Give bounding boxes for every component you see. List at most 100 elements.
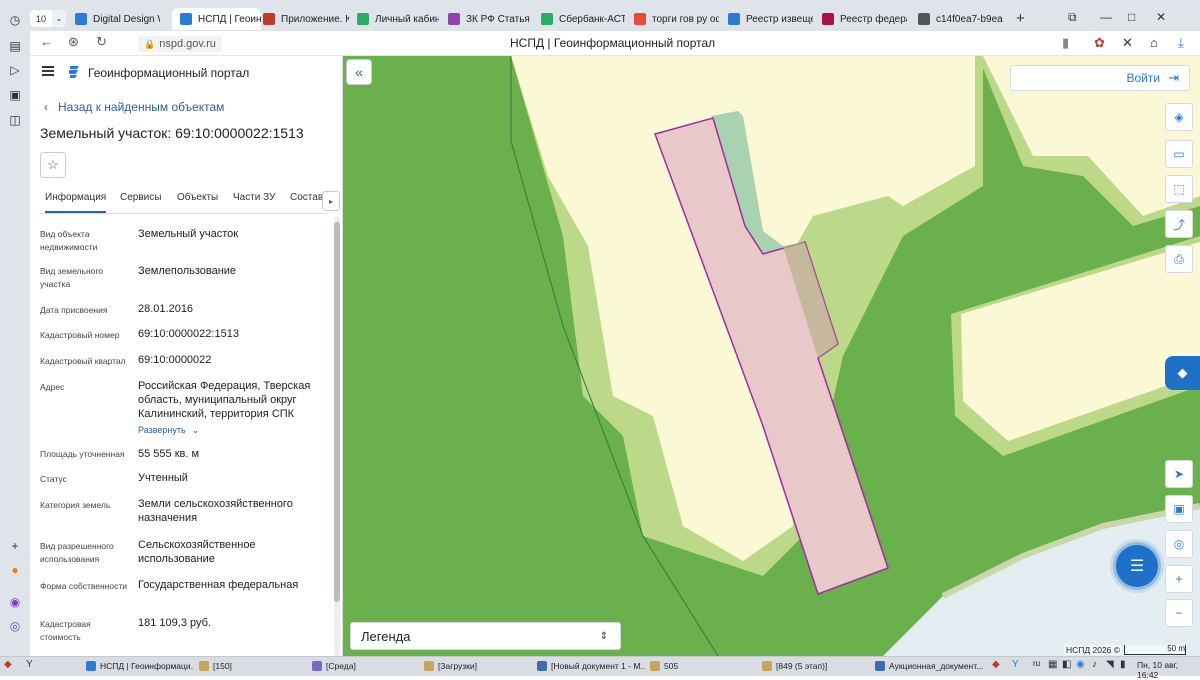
geolocation-button[interactable]: ◎ [1165, 530, 1193, 558]
browser-tab[interactable]: Сбербанк-АСТ [541, 8, 625, 30]
tab-counter[interactable]: 10 ⌄ [30, 10, 66, 27]
tabs-icon[interactable]: ▣ [7, 87, 23, 103]
layers-icon: ◈ [1174, 110, 1184, 124]
locate-button[interactable]: ➤ [1165, 460, 1193, 488]
window-restore-icon[interactable]: ⧉ [1068, 10, 1077, 25]
select-area-button[interactable]: ⬚ [1165, 175, 1193, 203]
back-icon[interactable]: ← [40, 34, 53, 49]
basemap-button[interactable]: ▣ [1165, 495, 1193, 523]
taskbar-item[interactable]: Аукционная_документ... [875, 658, 983, 673]
browser-tab[interactable]: Приложение. Кла [263, 8, 349, 30]
extension-box-icon[interactable]: ⌂ [1150, 35, 1158, 50]
tab-objects[interactable]: Объекты [177, 192, 218, 203]
taskbar-item[interactable]: [Среда] [312, 658, 420, 673]
tray-volume-icon[interactable]: ◧ [1062, 659, 1071, 670]
maximize-icon[interactable]: □ [1128, 10, 1135, 24]
object-info-panel: Геоинформационный портал ‹ Назад к найден… [30, 56, 343, 656]
tab-services[interactable]: Сервисы [120, 192, 161, 203]
login-button[interactable]: Войти ⇥ [1010, 65, 1190, 91]
tab-label: ЗК РФ Статья 39 [466, 13, 532, 25]
taskbar-item-label: [Среда] [326, 660, 356, 671]
tab-composition[interactable]: Состав [290, 192, 323, 203]
tray-battery-icon[interactable]: ▮ [1120, 659, 1126, 670]
yandex-start-icon[interactable]: Y [26, 659, 33, 670]
browser-tab[interactable]: Digital Design We [75, 8, 160, 30]
taskbar-item[interactable]: [Загрузки] [424, 658, 532, 673]
browser-tab[interactable]: торги гов ру офи [634, 8, 719, 30]
new-tab-button[interactable]: + [1016, 10, 1025, 27]
collections-icon[interactable]: ▤ [7, 38, 23, 54]
tray-wifi-icon[interactable]: ◥ [1106, 659, 1114, 670]
browser-tab[interactable]: ЗК РФ Статья 39 [448, 8, 532, 30]
favorite-button[interactable]: ☆ [40, 152, 66, 178]
share-button[interactable]: ⤴ [1165, 210, 1193, 238]
clock: Пн, 10 авг, 16:42 [1137, 660, 1179, 680]
print-button[interactable]: ⎙ [1165, 245, 1193, 273]
taskbar-item[interactable]: [150] [199, 658, 307, 673]
screenshot-icon[interactable]: ◫ [7, 112, 23, 128]
browser-tab[interactable]: НСПД | Геоин✕ [172, 8, 261, 30]
url-field[interactable]: 🔒 nspd.gov.ru [138, 36, 222, 52]
tabs-divider [40, 213, 328, 214]
tray-hp-icon[interactable]: ◉ [1076, 659, 1085, 670]
tab-label: торги гов ру офи [652, 13, 719, 25]
map-canvas[interactable] [343, 56, 1200, 656]
browser-tab[interactable]: c14f0ea7-b9ea-4 [918, 8, 1003, 30]
tab-parcel-parts[interactable]: Части ЗУ [233, 192, 275, 203]
extension-k-icon[interactable]: ✕ [1122, 35, 1133, 51]
mail-icon[interactable]: ● [7, 562, 23, 578]
prop-label: Площадь уточненная [40, 449, 125, 459]
lock-icon: 🔒 [144, 39, 156, 49]
reload-icon[interactable]: ↻ [96, 34, 107, 50]
taskbar-item[interactable]: [Новый документ 1 - М... [537, 658, 645, 673]
legend-dropdown[interactable]: Легенда ⇕ [350, 622, 621, 650]
close-window-icon[interactable]: ✕ [1156, 10, 1166, 24]
tray-app-icon[interactable]: ◆ [992, 659, 1000, 670]
taskbar-item[interactable]: 505 [650, 658, 758, 673]
yandex-icon[interactable]: ⊛ [68, 34, 79, 50]
tray-yandex-icon[interactable]: Y [1012, 659, 1019, 670]
window-titlebar [0, 0, 1200, 7]
history-icon[interactable]: ◷ [7, 12, 23, 28]
tab-counter-value: 10 [36, 13, 47, 24]
tab-favicon-icon [357, 13, 369, 25]
collapse-panel-button[interactable]: « [346, 59, 372, 85]
layers-button[interactable]: ◈ [1165, 103, 1193, 131]
expand-address-link[interactable]: Развернуть ⌄ [138, 425, 199, 436]
tray-sound-icon[interactable]: ♪ [1092, 659, 1097, 670]
chat-button[interactable]: ☰ [1116, 545, 1158, 587]
gosuslugi-widget[interactable]: ◆ [1165, 356, 1200, 390]
tab-favicon-icon [634, 13, 646, 25]
zoom-in-button[interactable]: + [1165, 565, 1193, 593]
play-icon[interactable]: ▷ [7, 62, 23, 78]
object-title: Земельный участок: 69:10:0000022:1513 [40, 125, 304, 141]
menu-icon[interactable] [42, 66, 54, 76]
tab-label: Личный кабинет [375, 13, 439, 25]
taskbar-item[interactable]: [849 (5 этап)] [762, 658, 870, 673]
back-to-results-link[interactable]: ‹ Назад к найденным объектам [44, 100, 224, 114]
minimize-icon[interactable]: — [1100, 10, 1112, 24]
panel-scrollbar[interactable] [334, 216, 340, 656]
tray-network-icon[interactable]: ▦ [1048, 659, 1057, 670]
assistant-icon[interactable]: ◉ [7, 594, 23, 610]
extension-icon[interactable]: ✿ [1094, 35, 1105, 51]
browser-tab[interactable]: Реестр федерал [822, 8, 907, 30]
browser-tab[interactable]: Реестр извещен [728, 8, 813, 30]
taskbar-item[interactable]: НСПД | Геоинформаци... [86, 658, 194, 673]
download-icon[interactable]: ⤓ [1178, 35, 1184, 51]
tabs-scroll-right-button[interactable]: ▸ [322, 191, 340, 211]
prop-label: Кадастровый номер [40, 330, 120, 340]
tab-information[interactable]: Информация [45, 192, 107, 213]
bookmark-icon[interactable]: ▮ [1062, 35, 1069, 51]
ruler-button[interactable]: ▭ [1165, 140, 1193, 168]
tray-language[interactable]: ru [1033, 659, 1040, 668]
plus-icon: + [1175, 572, 1183, 586]
start-icon[interactable]: ◆ [4, 659, 12, 670]
geolocation-icon: ◎ [1173, 537, 1185, 551]
alice-icon[interactable]: ◎ [7, 618, 23, 634]
prop-value: Земли сельскохозяйственного назначения [138, 498, 293, 524]
browser-tab[interactable]: Личный кабинет [357, 8, 439, 30]
zoom-out-button[interactable]: − [1165, 599, 1193, 627]
add-panel-icon[interactable]: + [7, 538, 23, 554]
scrollbar-thumb[interactable] [334, 222, 340, 602]
